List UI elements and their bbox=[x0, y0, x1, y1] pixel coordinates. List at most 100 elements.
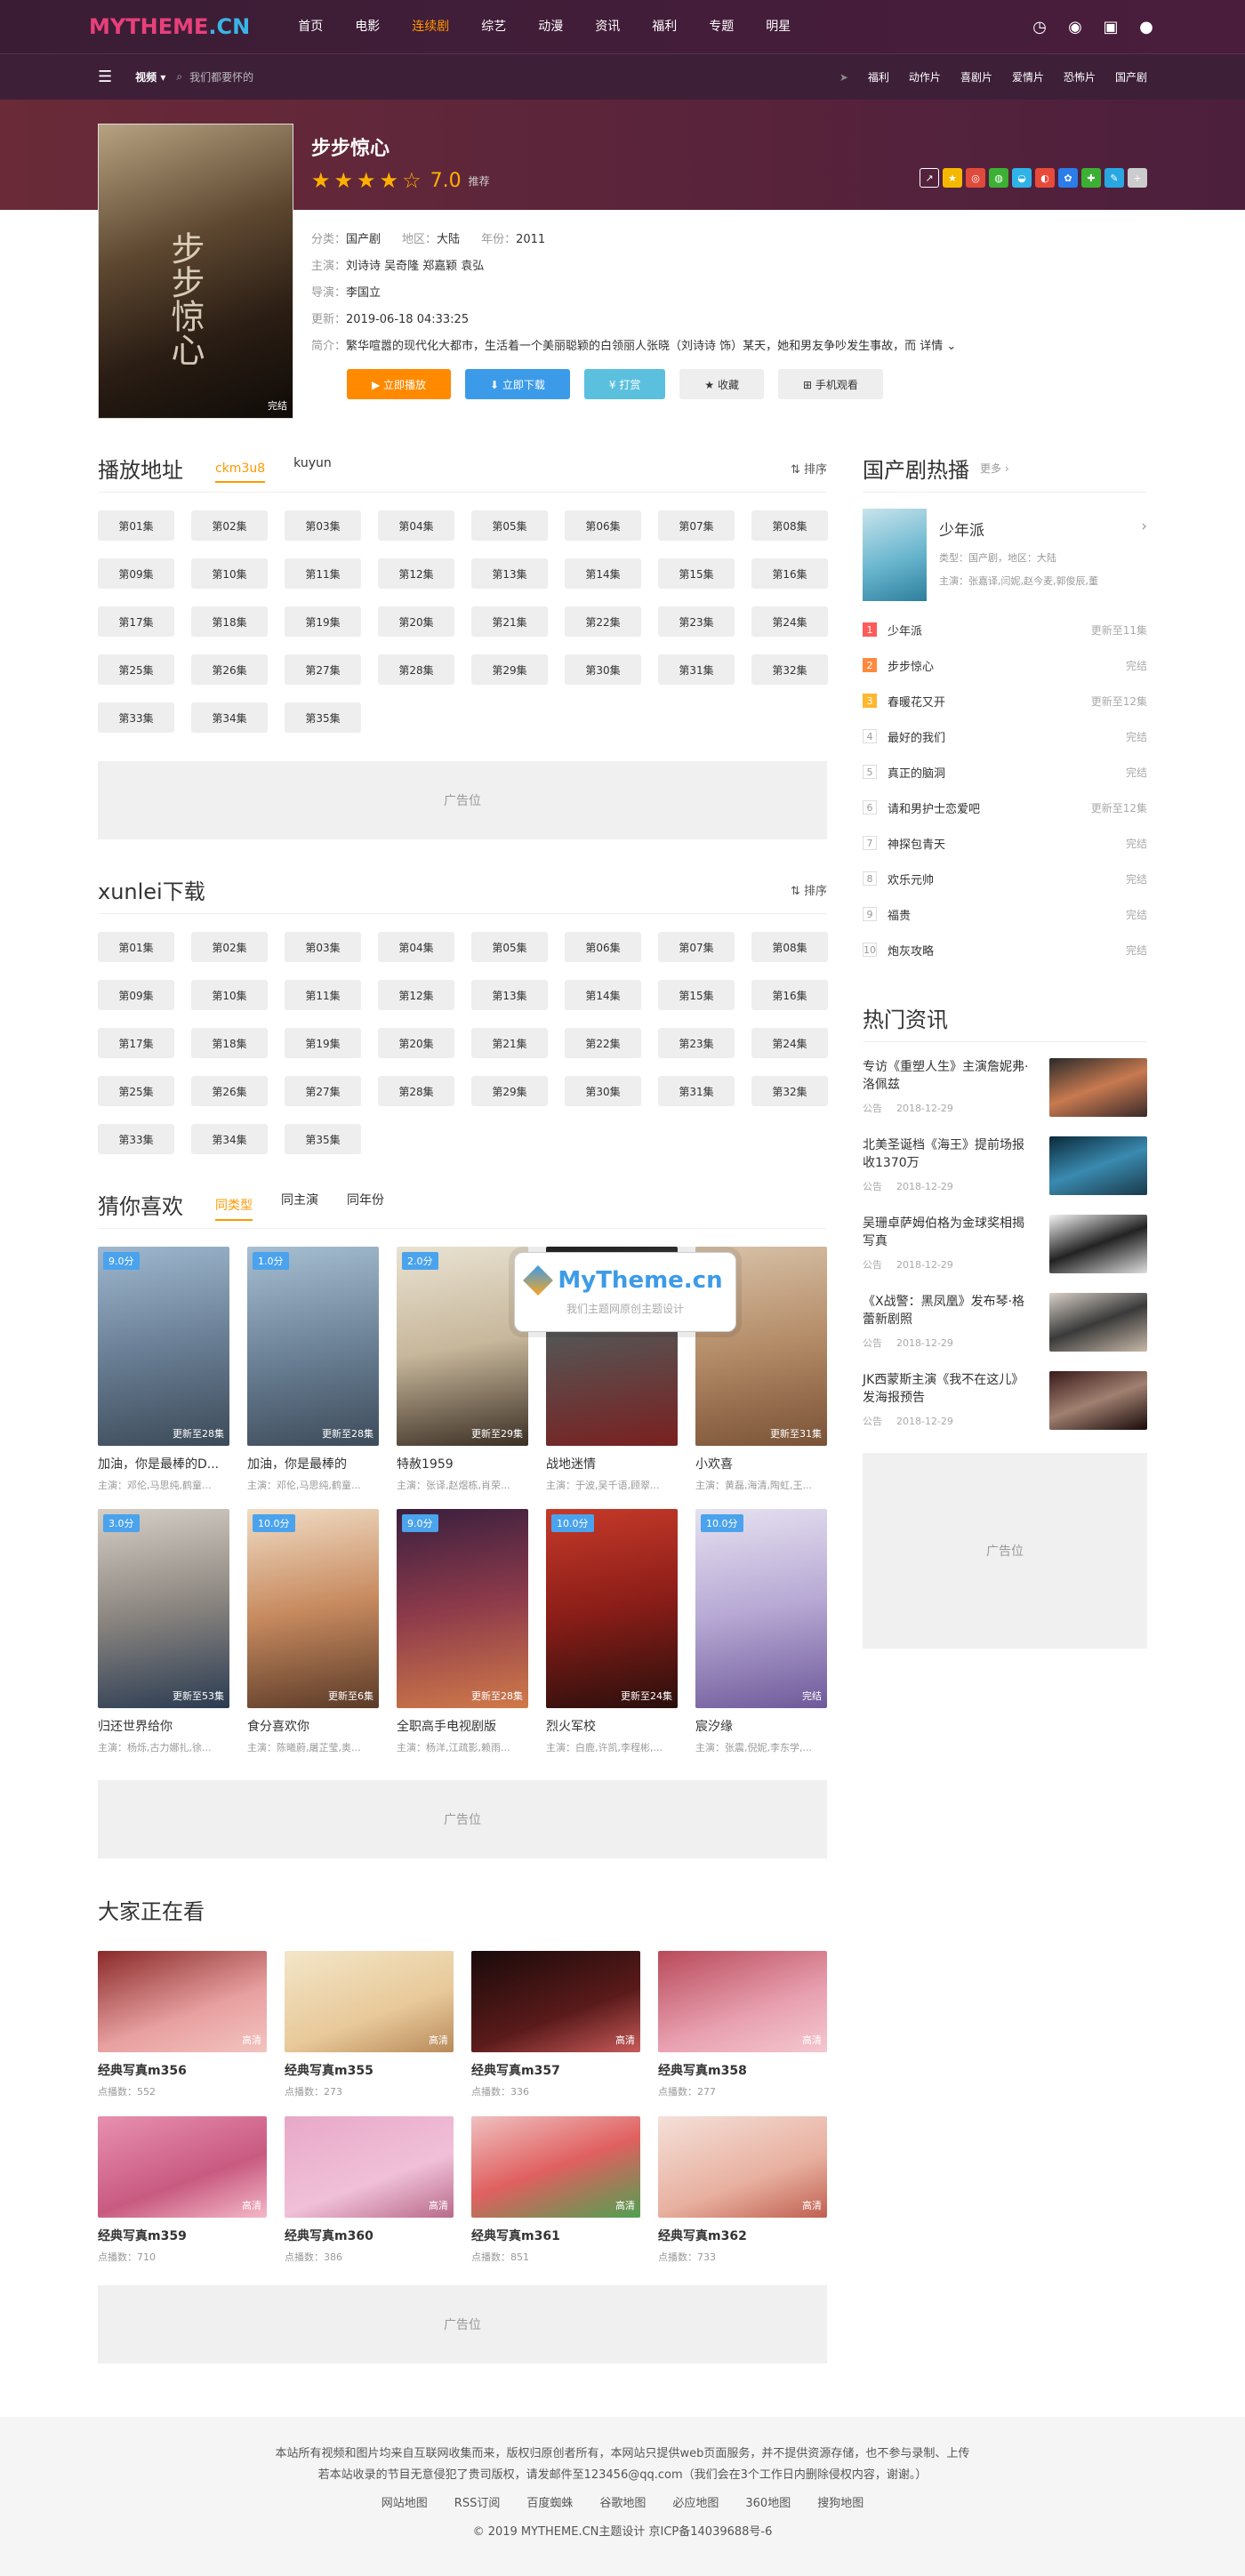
movie-poster[interactable]: 9.0分 更新至28集 bbox=[397, 1509, 528, 1708]
movie-title[interactable]: 小欢喜 bbox=[695, 1455, 827, 1473]
video-thumbnail[interactable]: 高清 bbox=[471, 2116, 640, 2218]
episode-button[interactable]: 第03集 bbox=[285, 510, 361, 541]
meta-director[interactable]: 李国立 bbox=[346, 286, 381, 300]
episode-button[interactable]: 第01集 bbox=[98, 932, 174, 962]
tencent-icon[interactable]: ◒ bbox=[1012, 168, 1032, 188]
news-thumbnail[interactable] bbox=[1049, 1215, 1147, 1273]
movie-poster[interactable]: 3.0分 更新至53集 bbox=[98, 1509, 229, 1708]
episode-button[interactable]: 第24集 bbox=[751, 1028, 828, 1058]
hot-list-item[interactable]: 8 欢乐元帅 完结 bbox=[863, 861, 1147, 896]
episode-button[interactable]: 第04集 bbox=[378, 932, 454, 962]
sort-button[interactable]: ⇅ 排序 bbox=[791, 881, 827, 898]
hot-list-item[interactable]: 1 少年派 更新至11集 bbox=[863, 612, 1147, 647]
episode-button[interactable]: 第26集 bbox=[191, 654, 268, 685]
video-thumbnail[interactable]: 高清 bbox=[658, 1951, 827, 2052]
history-clock-icon[interactable]: ◷ bbox=[1030, 17, 1049, 36]
episode-button[interactable]: 第33集 bbox=[98, 1124, 174, 1154]
footer-link[interactable]: 搜狗地图 bbox=[817, 2493, 863, 2515]
sub-link-welfare[interactable]: 福利 bbox=[868, 69, 889, 84]
tip-button[interactable]: ¥ 打赏 bbox=[583, 369, 666, 399]
feature-poster[interactable] bbox=[863, 509, 927, 601]
movie-poster[interactable]: 10.0分 更新至6集 bbox=[247, 1509, 379, 1708]
news-item[interactable]: JK西蒙斯主演《我不在这儿》发海报预告 公告 2018-12-29 bbox=[863, 1371, 1147, 1449]
hot-title[interactable]: 欢乐元帅 bbox=[888, 871, 934, 887]
video-title[interactable]: 经典写真m360 bbox=[285, 2227, 454, 2244]
douban-icon[interactable]: ✚ bbox=[1081, 168, 1101, 188]
footer-link[interactable]: RSS订阅 bbox=[454, 2493, 501, 2515]
video-card[interactable]: 高清 经典写真m356 点播数：552 bbox=[98, 1951, 267, 2116]
hot-title[interactable]: 炮灰攻略 bbox=[888, 942, 934, 959]
footer-link[interactable]: 百度蜘蛛 bbox=[526, 2493, 573, 2515]
episode-button[interactable]: 第28集 bbox=[378, 654, 454, 685]
episode-button[interactable]: 第08集 bbox=[751, 510, 828, 541]
video-title[interactable]: 经典写真m359 bbox=[98, 2227, 267, 2244]
episode-button[interactable]: 第10集 bbox=[191, 980, 268, 1010]
nav-item-movie[interactable]: 电影 bbox=[339, 0, 396, 53]
meta-actors[interactable]: 刘诗诗 吴奇隆 郑嘉颖 袁弘 bbox=[346, 260, 484, 273]
nav-item-welfare[interactable]: 福利 bbox=[636, 0, 693, 53]
episode-button[interactable]: 第27集 bbox=[285, 1076, 361, 1106]
video-card[interactable]: 高清 经典写真m358 点播数：277 bbox=[658, 1951, 827, 2116]
episode-button[interactable]: 第15集 bbox=[658, 980, 735, 1010]
episode-button[interactable]: 第01集 bbox=[98, 510, 174, 541]
qq-icon[interactable]: ◐ bbox=[1035, 168, 1055, 188]
movie-poster[interactable]: 9.0分 更新至28集 bbox=[98, 1247, 229, 1446]
episode-button[interactable]: 第08集 bbox=[751, 932, 828, 962]
weibo-icon[interactable]: ◎ bbox=[966, 168, 985, 188]
nav-item-series[interactable]: 连续剧 bbox=[396, 0, 465, 53]
episode-button[interactable]: 第06集 bbox=[565, 932, 641, 962]
episode-button[interactable]: 第07集 bbox=[658, 510, 735, 541]
rss-icon[interactable]: ◉ bbox=[1065, 17, 1085, 36]
video-title[interactable]: 经典写真m361 bbox=[471, 2227, 640, 2244]
tab-same-actor[interactable]: 同主演 bbox=[281, 1191, 318, 1221]
hot-list-item[interactable]: 4 最好的我们 完结 bbox=[863, 718, 1147, 754]
video-thumbnail[interactable]: 高清 bbox=[285, 2116, 454, 2218]
episode-button[interactable]: 第17集 bbox=[98, 1028, 174, 1058]
video-thumbnail[interactable]: 高清 bbox=[98, 1951, 267, 2052]
sort-button[interactable]: ⇅ 排序 bbox=[791, 460, 827, 477]
hot-list-item[interactable]: 10 炮灰攻略 完结 bbox=[863, 932, 1147, 967]
episode-button[interactable]: 第34集 bbox=[191, 702, 268, 733]
nav-item-variety[interactable]: 综艺 bbox=[465, 0, 522, 53]
hot-title[interactable]: 真正的脑洞 bbox=[888, 764, 945, 781]
movie-card[interactable]: 9.0分 更新至28集 全职高手电视剧版 主演：杨洋,江疏影,赖雨... bbox=[397, 1509, 528, 1771]
footer-link[interactable]: 360地图 bbox=[745, 2493, 791, 2515]
episode-button[interactable]: 第05集 bbox=[471, 510, 548, 541]
episode-button[interactable]: 第18集 bbox=[191, 1028, 268, 1058]
episode-button[interactable]: 第20集 bbox=[378, 606, 454, 637]
episode-button[interactable]: 第02集 bbox=[191, 510, 268, 541]
nav-item-star[interactable]: 明星 bbox=[750, 0, 807, 53]
video-title[interactable]: 经典写真m362 bbox=[658, 2227, 827, 2244]
episode-button[interactable]: 第32集 bbox=[751, 1076, 828, 1106]
video-card[interactable]: 高清 经典写真m362 点播数：733 bbox=[658, 2116, 827, 2282]
hot-list-item[interactable]: 9 福贵 完结 bbox=[863, 896, 1147, 932]
hot-list-item[interactable]: 2 步步惊心 完结 bbox=[863, 647, 1147, 683]
sub-link-action[interactable]: 动作片 bbox=[909, 69, 941, 84]
video-title[interactable]: 经典写真m355 bbox=[285, 2061, 454, 2079]
episode-button[interactable]: 第13集 bbox=[471, 980, 548, 1010]
episode-button[interactable]: 第21集 bbox=[471, 606, 548, 637]
footer-link[interactable]: 网站地图 bbox=[382, 2493, 428, 2515]
channel-select[interactable]: 视频 ▾ bbox=[135, 69, 165, 84]
news-title[interactable]: 北美圣诞档《海王》提前场报收1370万 bbox=[863, 1136, 1033, 1172]
meta-intro[interactable]: 繁华喧嚣的现代化大都市，生活着一个美丽聪颖的白领丽人张晓（刘诗诗 饰）某天，她和… bbox=[346, 340, 956, 353]
episode-button[interactable]: 第33集 bbox=[98, 702, 174, 733]
episode-button[interactable]: 第25集 bbox=[98, 1076, 174, 1106]
movie-title[interactable]: 烈火军校 bbox=[546, 1717, 678, 1735]
favorite-button[interactable]: ★ 收藏 bbox=[679, 369, 764, 399]
hot-feature[interactable]: 少年派 › 类型：国产剧，地区：大陆 主演：张嘉译,闫妮,赵今麦,郭俊辰,董 bbox=[863, 509, 1147, 605]
share-icon[interactable]: ↗ bbox=[920, 168, 939, 188]
episode-button[interactable]: 第11集 bbox=[285, 558, 361, 589]
movie-title[interactable]: 战地迷情 bbox=[546, 1455, 678, 1473]
android-icon[interactable]: ▣ bbox=[1101, 17, 1120, 36]
video-card[interactable]: 高清 经典写真m357 点播数：336 bbox=[471, 1951, 640, 2116]
episode-button[interactable]: 第34集 bbox=[191, 1124, 268, 1154]
episode-button[interactable]: 第35集 bbox=[285, 702, 361, 733]
movie-card[interactable]: 1.0分 更新至28集 加油，你是最棒的 主演：邓伦,马思纯,鹤童... bbox=[247, 1247, 379, 1509]
qzone-icon[interactable]: ★ bbox=[943, 168, 962, 188]
episode-button[interactable]: 第12集 bbox=[378, 980, 454, 1010]
episode-button[interactable]: 第31集 bbox=[658, 654, 735, 685]
hot-title[interactable]: 请和男护士恋爱吧 bbox=[888, 799, 980, 816]
episode-button[interactable]: 第07集 bbox=[658, 932, 735, 962]
hot-title[interactable]: 步步惊心 bbox=[888, 657, 934, 674]
